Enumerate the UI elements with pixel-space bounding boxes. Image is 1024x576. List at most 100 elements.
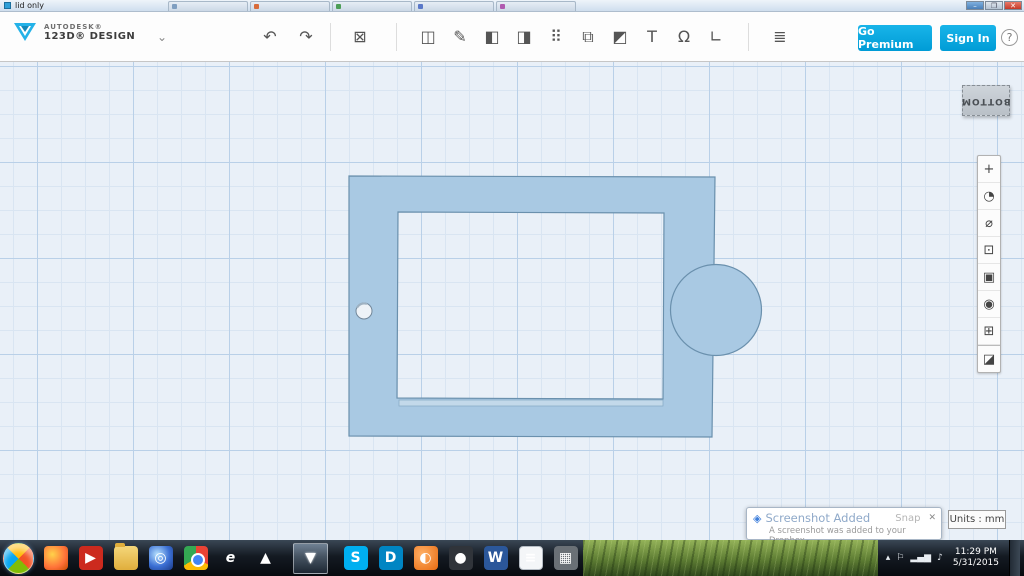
app-logo[interactable]: AUTODESK® 123D® DESIGN [12, 20, 135, 44]
undo-icon[interactable]: ↶ [256, 23, 284, 51]
lid-frame[interactable] [349, 176, 715, 437]
background-tabs [168, 1, 576, 11]
sign-in-button[interactable]: Sign In [940, 25, 996, 51]
show-desktop-button[interactable] [1009, 540, 1020, 576]
firefox-icon [44, 546, 68, 570]
redo-icon[interactable]: ↷ [292, 23, 320, 51]
construct-icon[interactable]: ◧ [478, 23, 506, 51]
brand-text: AUTODESK® 123D® DESIGN [44, 23, 135, 42]
clock-date: 5/31/2015 [953, 558, 999, 569]
chrome-icon [184, 546, 208, 570]
measure-icon[interactable]: ∟ [702, 23, 730, 51]
taskbar-item-media-player[interactable]: ● [443, 543, 478, 574]
word-icon: W [484, 546, 508, 570]
minimize-button[interactable]: – [966, 1, 984, 10]
zoom-icon[interactable]: ⌀ [978, 210, 1000, 237]
close-button[interactable]: ✕ [1004, 1, 1022, 10]
lid-inner-ledge[interactable] [399, 400, 663, 406]
taskbar: ▶ ◎ e ▲ ▼ S D ◐ ● W ≡ ▦ ▴ ⚐ [0, 540, 1024, 576]
toolbar-separator [748, 23, 749, 51]
start-button[interactable] [3, 543, 34, 574]
fit-view-icon[interactable]: ⊡ [978, 237, 1000, 264]
notification-header: ◈ Screenshot Added Snap ✕ [753, 511, 936, 525]
window-controls: – ❐ ✕ [966, 1, 1022, 10]
toolbar-separator [330, 23, 331, 51]
game-app-icon: ◎ [149, 546, 173, 570]
grouping-icon[interactable]: ⧉ [574, 23, 602, 51]
taskbar-item-youtube[interactable]: ▶ [73, 543, 108, 574]
pan-icon[interactable]: + [978, 156, 1000, 183]
orange-app-icon: ◐ [414, 546, 438, 570]
taskbar-item-game-app[interactable]: ◎ [143, 543, 178, 574]
transform-icon[interactable]: ⊠ [346, 23, 374, 51]
visibility-icon[interactable]: ◉ [978, 291, 1000, 318]
text-tool-icon[interactable]: T [638, 23, 666, 51]
taskbar-item-printer-app[interactable]: ▦ [548, 543, 583, 574]
pattern-icon[interactable]: ⠿ [542, 23, 570, 51]
taskbar-item-123d-design[interactable]: ▼ [293, 543, 328, 574]
taskbar-clock[interactable]: 11:29 PM 5/31/2015 [949, 547, 1003, 570]
main-menu-caret[interactable]: ⌄ [148, 23, 176, 51]
modeling-canvas[interactable]: BOTTOM + ◔ ⌀ ⊡ ▣ ◉ ⊞ ◪ ◈ Screenshot Adde… [0, 62, 1024, 540]
folder-icon [114, 546, 138, 570]
system-tray: ▴ ⚐ ▂▄▆ ♪ 11:29 PM 5/31/2015 [878, 540, 1024, 576]
background-tab[interactable] [250, 1, 330, 11]
background-tab[interactable] [168, 1, 248, 11]
notification-title: Screenshot Added [765, 511, 870, 525]
modify-icon[interactable]: ◨ [510, 23, 538, 51]
action-center-icon[interactable]: ⚐ [896, 553, 904, 563]
sketch-icon[interactable]: ✎ [446, 23, 474, 51]
brand-autodesk: AUTODESK® [44, 23, 135, 31]
taskbar-item-chrome[interactable] [178, 543, 213, 574]
app-toolbar: AUTODESK® 123D® DESIGN ⌄ ↶ ↷ ⊠ ◫ ✎ ◧ ◨ ⠿… [0, 12, 1024, 62]
skype-icon: S [344, 546, 368, 570]
show-hidden-icons[interactable]: ▴ [886, 553, 891, 563]
maximize-button[interactable]: ❐ [985, 1, 1003, 10]
taskbar-item-orange-app[interactable]: ◐ [408, 543, 443, 574]
desktop: lid only – ❐ ✕ AUTODESK® 123D® DESIGN [0, 0, 1024, 576]
notification-close-icon[interactable]: ✕ [928, 513, 936, 523]
clock-time: 11:29 PM [953, 547, 999, 558]
view-cube[interactable]: BOTTOM [962, 85, 1010, 116]
go-premium-button[interactable]: Go Premium [858, 25, 932, 51]
media-app-icon: ▲ [254, 546, 278, 570]
desktop-wallpaper-grass [583, 540, 878, 576]
snap-tool-icon[interactable]: Ω [670, 23, 698, 51]
help-button[interactable]: ? [1001, 29, 1018, 46]
background-tab[interactable] [496, 1, 576, 11]
notepad-icon: ≡ [519, 546, 543, 570]
printer-app-icon: ▦ [554, 546, 578, 570]
grid-settings-icon[interactable]: ⊞ [978, 318, 1000, 345]
lid-model[interactable] [0, 62, 1024, 540]
dropbox-notification[interactable]: ◈ Screenshot Added Snap ✕ A screenshot w… [746, 507, 942, 540]
taskbar-item-firefox[interactable] [38, 543, 73, 574]
123d-design-icon: ▼ [299, 546, 323, 570]
primitives-icon[interactable]: ◫ [414, 23, 442, 51]
materials-icon[interactable]: ≣ [766, 23, 794, 51]
lid-circle-tab[interactable] [671, 265, 762, 356]
taskbar-item-notepad[interactable]: ≡ [513, 543, 548, 574]
taskbar-item-file-explorer[interactable] [108, 543, 143, 574]
background-tab[interactable] [414, 1, 494, 11]
view-mode-icon[interactable]: ▣ [978, 264, 1000, 291]
network-icon[interactable]: ▂▄▆ [910, 553, 931, 563]
taskbar-item-internet-explorer[interactable]: e [213, 543, 248, 574]
taskbar-item-word[interactable]: W [478, 543, 513, 574]
window-title: lid only [15, 1, 44, 10]
window-icon [4, 2, 11, 9]
taskbar-item-dell-support[interactable]: D [373, 543, 408, 574]
internet-explorer-icon: e [219, 546, 243, 570]
taskbar-item-media-app[interactable]: ▲ [248, 543, 283, 574]
volume-icon[interactable]: ♪ [937, 553, 943, 563]
123d-logo-icon [12, 20, 38, 44]
brand-123d-design: 123D® DESIGN [44, 31, 135, 42]
units-indicator[interactable]: Units : mm [948, 510, 1006, 529]
background-tab[interactable] [332, 1, 412, 11]
navigation-toolbar: + ◔ ⌀ ⊡ ▣ ◉ ⊞ ◪ [977, 155, 1001, 373]
combine-icon[interactable]: ◩ [606, 23, 634, 51]
orbit-icon[interactable]: ◔ [978, 183, 1000, 210]
material-shade-icon[interactable]: ◪ [978, 345, 1000, 372]
taskbar-item-skype[interactable]: S [338, 543, 373, 574]
view-cube-label: BOTTOM [961, 96, 1011, 106]
window-titlebar: lid only – ❐ ✕ [0, 0, 1024, 12]
